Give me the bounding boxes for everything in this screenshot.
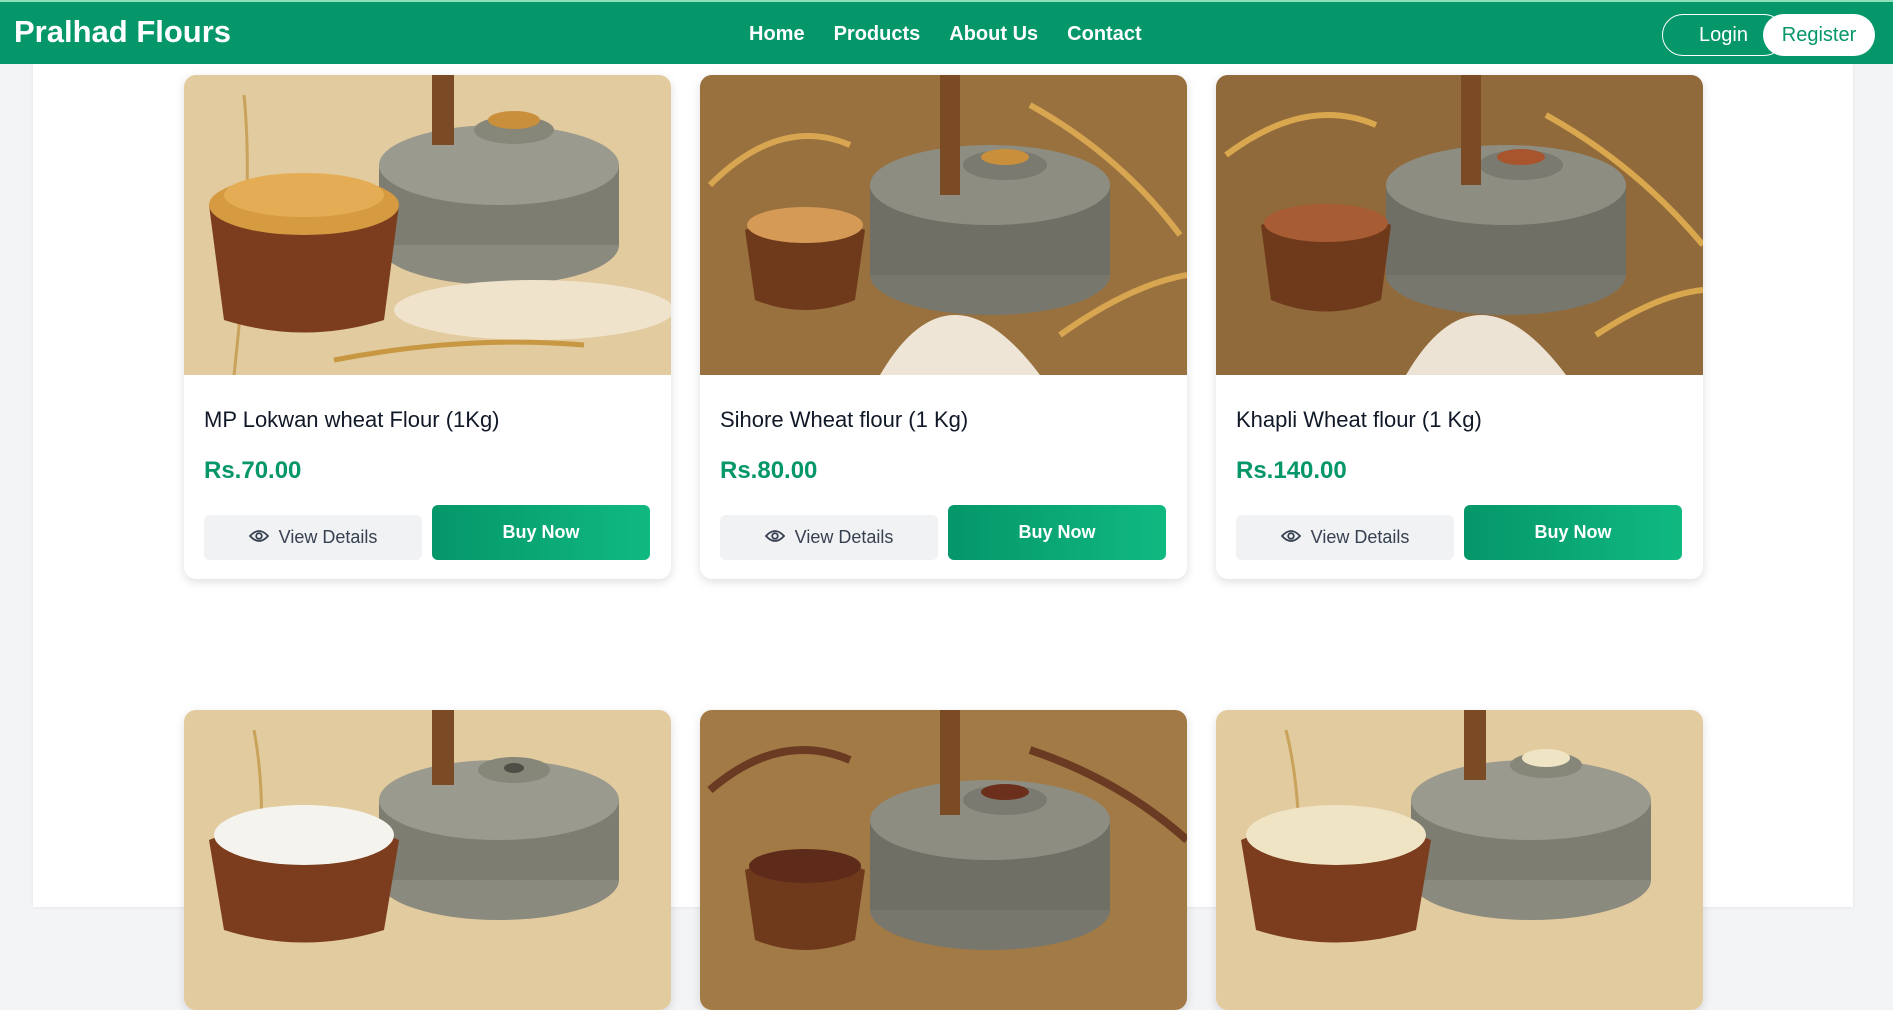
product-card — [184, 710, 671, 1010]
navbar: Pralhad Flours Home Products About Us Co… — [0, 0, 1893, 64]
product-card: Khapli Wheat flour (1 Kg) Rs.140.00 View… — [1216, 75, 1703, 579]
nav-contact[interactable]: Contact — [1067, 20, 1141, 48]
view-details-label: View Details — [1310, 527, 1410, 547]
eye-icon — [764, 527, 785, 548]
eye-icon — [1280, 527, 1301, 548]
view-details-button[interactable]: View Details — [1236, 515, 1454, 560]
products-section: MP Lokwan wheat Flour (1Kg) Rs.70.00 Vie… — [33, 64, 1853, 1010]
nav-about[interactable]: About Us — [949, 20, 1038, 48]
nav-home[interactable]: Home — [749, 20, 805, 48]
buy-now-button[interactable]: Buy Now — [948, 505, 1166, 560]
eye-icon — [248, 527, 269, 548]
register-button[interactable]: Register — [1763, 14, 1875, 56]
product-title[interactable]: MP Lokwan wheat Flour (1Kg) — [204, 405, 500, 435]
nav-products[interactable]: Products — [834, 20, 921, 48]
product-card: Sihore Wheat flour (1 Kg) Rs.80.00 View … — [700, 75, 1187, 579]
product-image[interactable] — [184, 75, 671, 375]
product-price: Rs.140.00 — [1236, 457, 1347, 484]
product-image[interactable] — [1216, 75, 1703, 375]
product-card: MP Lokwan wheat Flour (1Kg) Rs.70.00 Vie… — [184, 75, 671, 579]
product-card — [700, 710, 1187, 1010]
view-details-label: View Details — [794, 527, 894, 547]
product-price: Rs.80.00 — [720, 457, 818, 484]
nav-links: Home Products About Us Contact — [749, 20, 1142, 48]
view-details-button[interactable]: View Details — [720, 515, 938, 560]
view-details-label: View Details — [278, 527, 378, 547]
product-title[interactable]: Sihore Wheat flour (1 Kg) — [720, 405, 968, 435]
buy-now-button[interactable]: Buy Now — [1464, 505, 1682, 560]
product-image[interactable] — [1216, 710, 1703, 1010]
product-image[interactable] — [184, 710, 671, 1010]
product-image[interactable] — [700, 75, 1187, 375]
product-price: Rs.70.00 — [204, 457, 302, 484]
product-title[interactable]: Khapli Wheat flour (1 Kg) — [1236, 405, 1482, 435]
product-image[interactable] — [700, 710, 1187, 1010]
view-details-button[interactable]: View Details — [204, 515, 422, 560]
brand-logo[interactable]: Pralhad Flours — [14, 14, 231, 50]
buy-now-button[interactable]: Buy Now — [432, 505, 650, 560]
product-card — [1216, 710, 1703, 1010]
